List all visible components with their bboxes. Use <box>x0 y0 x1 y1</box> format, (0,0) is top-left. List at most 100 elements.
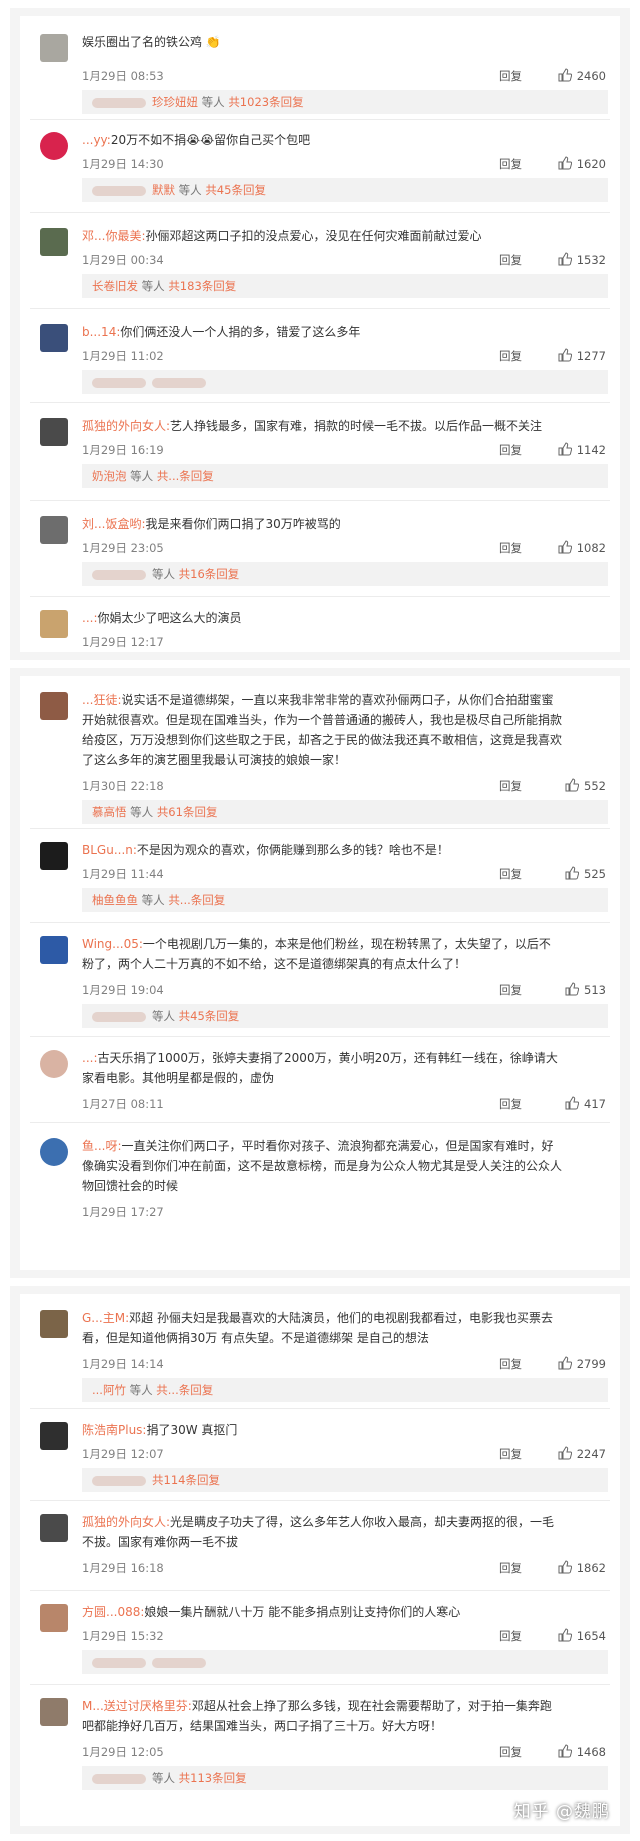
avatar[interactable] <box>40 516 68 544</box>
comment-date: 1月29日 15:32 <box>82 1629 164 1643</box>
comment-text: 捐了30W 真抠门 <box>146 1423 238 1437</box>
username[interactable]: 鱼...呀: <box>82 1139 122 1153</box>
avatar[interactable] <box>40 1138 68 1166</box>
like-button[interactable]: 552 <box>536 778 606 794</box>
reply-button[interactable]: 回复 <box>499 1560 522 1576</box>
username[interactable]: 方圆...088: <box>82 1605 144 1619</box>
like-button[interactable]: 1142 <box>536 442 606 458</box>
comment-date: 1月29日 16:19 <box>82 443 164 457</box>
thumbs-up-icon <box>558 1628 572 1642</box>
avatar[interactable] <box>40 692 68 720</box>
comment-date: 1月29日 19:04 <box>82 983 164 997</box>
reply-button[interactable]: 回复 <box>499 68 522 84</box>
reply-button[interactable]: 回复 <box>499 348 522 364</box>
avatar[interactable] <box>40 1422 68 1450</box>
reply-button[interactable]: 回复 <box>499 1096 522 1112</box>
avatar[interactable] <box>40 1698 68 1726</box>
comment-text: 娱乐圈出了名的铁公鸡 <box>82 35 203 49</box>
avatar[interactable] <box>40 324 68 352</box>
reply-button[interactable]: 回复 <box>499 982 522 998</box>
sub-reply-bar[interactable]: ...阿竹 等人 共...条回复 <box>82 1378 608 1402</box>
comment-text: 一个电视剧几万一集的，本来是他们粉丝，现在粉转黑了，太失望了，以后不粉了，两个人… <box>82 937 551 971</box>
username[interactable]: 孤独的外向女人: <box>82 1515 170 1529</box>
avatar[interactable] <box>40 132 68 160</box>
username[interactable]: 陈浩南Plus: <box>82 1423 146 1437</box>
reply-button[interactable]: 回复 <box>499 442 522 458</box>
comment-item: 鱼...呀:一直关注你们两口子，平时看你对孩子、流浪狗都充满爱心，但是国家有难时… <box>20 1132 620 1252</box>
sub-reply-bar[interactable]: 珍珍妞妞 等人 共1023条回复 <box>82 90 608 114</box>
reply-button[interactable]: 回复 <box>499 866 522 882</box>
like-button[interactable]: 1654 <box>536 1628 606 1644</box>
username[interactable]: 邓...你最美: <box>82 229 146 243</box>
comment-date: 1月29日 12:17 <box>82 635 164 649</box>
like-button[interactable]: 2799 <box>536 1356 606 1372</box>
avatar[interactable] <box>40 1514 68 1542</box>
like-count: 1620 <box>576 157 606 171</box>
like-button[interactable]: 417 <box>536 1096 606 1112</box>
sub-reply-bar[interactable]: 等人 共16条回复 <box>82 562 608 586</box>
sub-reply-bar[interactable]: 等人 共113条回复 <box>82 1766 608 1790</box>
comment-item: 孤独的外向女人:艺人挣钱最多，国家有难，捐款的时候一毛不拔。以后作品一概不关注 … <box>20 412 620 492</box>
like-count: 2799 <box>576 1357 606 1371</box>
reply-button[interactable]: 回复 <box>499 778 522 794</box>
reply-button[interactable]: 回复 <box>499 1356 522 1372</box>
username[interactable]: 刘...饭盒哟: <box>82 517 146 531</box>
username[interactable]: ...: <box>82 1051 98 1065</box>
avatar[interactable] <box>40 1050 68 1078</box>
like-button[interactable]: 1862 <box>536 1560 606 1576</box>
sub-reply-bar[interactable]: 奶泡泡 等人 共...条回复 <box>82 464 608 488</box>
like-button[interactable]: 1468 <box>536 1744 606 1760</box>
sub-reply-bar[interactable] <box>82 370 608 394</box>
thumbs-up-icon <box>558 68 572 82</box>
reply-button[interactable]: 回复 <box>499 540 522 556</box>
comment-date: 1月29日 12:07 <box>82 1447 164 1461</box>
like-button[interactable]: 1277 <box>536 348 606 364</box>
like-button[interactable]: 1532 <box>536 252 606 268</box>
reply-button[interactable]: 回复 <box>499 1446 522 1462</box>
username[interactable]: BLGu...n: <box>82 843 137 857</box>
avatar[interactable] <box>40 1310 68 1338</box>
like-button[interactable]: 2247 <box>536 1446 606 1462</box>
emoji-icon: 👏 <box>205 35 221 49</box>
comment-date: 1月29日 14:14 <box>82 1357 164 1371</box>
username[interactable]: ...狂徒: <box>82 693 122 707</box>
username[interactable]: 孤独的外向女人: <box>82 419 170 433</box>
username[interactable]: b...14: <box>82 325 120 339</box>
reply-button[interactable]: 回复 <box>499 1744 522 1760</box>
avatar[interactable] <box>40 228 68 256</box>
username[interactable]: ...yy: <box>82 133 111 147</box>
username[interactable]: G...主M: <box>82 1311 129 1325</box>
sub-reply-bar[interactable] <box>82 1650 608 1674</box>
like-count: 2247 <box>576 1447 606 1461</box>
reply-button[interactable]: 回复 <box>499 1628 522 1644</box>
avatar[interactable] <box>40 842 68 870</box>
reply-button[interactable]: 回复 <box>499 156 522 172</box>
sub-reply-bar[interactable]: 柚鱼鱼鱼 等人 共...条回复 <box>82 888 608 912</box>
sub-reply-bar[interactable]: 慕高悟 等人 共61条回复 <box>82 800 608 824</box>
username[interactable]: Wing...05: <box>82 937 143 951</box>
avatar[interactable] <box>40 1604 68 1632</box>
username[interactable]: M...送过讨厌格里芬: <box>82 1699 192 1713</box>
sub-reply-bar[interactable]: 默默 等人 共45条回复 <box>82 178 608 202</box>
like-count: 1468 <box>576 1745 606 1759</box>
like-button[interactable]: 513 <box>536 982 606 998</box>
sub-reply-bar[interactable]: 共114条回复 <box>82 1468 608 1492</box>
username[interactable]: ...: <box>82 611 98 625</box>
like-count: 1862 <box>576 1561 606 1575</box>
like-button[interactable]: 525 <box>536 866 606 882</box>
comment-date: 1月29日 23:05 <box>82 541 164 555</box>
sub-reply-bar[interactable]: 长卷旧发 等人 共183条回复 <box>82 274 608 298</box>
comment-date: 1月29日 11:02 <box>82 349 164 363</box>
comment-panel-3: G...主M:邓超 孙俪夫妇是我最喜欢的大陆演员，他们的电视剧我都看过，电影我也… <box>10 1286 630 1834</box>
avatar[interactable] <box>40 936 68 964</box>
reply-button[interactable]: 回复 <box>499 252 522 268</box>
avatar[interactable] <box>40 34 68 62</box>
like-count: 1532 <box>576 253 606 267</box>
like-button[interactable]: 1620 <box>536 156 606 172</box>
avatar[interactable] <box>40 418 68 446</box>
sub-reply-bar[interactable]: 等人 共45条回复 <box>82 1004 608 1028</box>
like-button[interactable]: 1082 <box>536 540 606 556</box>
comment-item: 孤独的外向女人:光是瞒皮子功夫了得，这么多年艺人你收入最高，却夫妻两抠的很，一毛… <box>20 1508 620 1588</box>
avatar[interactable] <box>40 610 68 638</box>
like-button[interactable]: 2460 <box>536 68 606 84</box>
